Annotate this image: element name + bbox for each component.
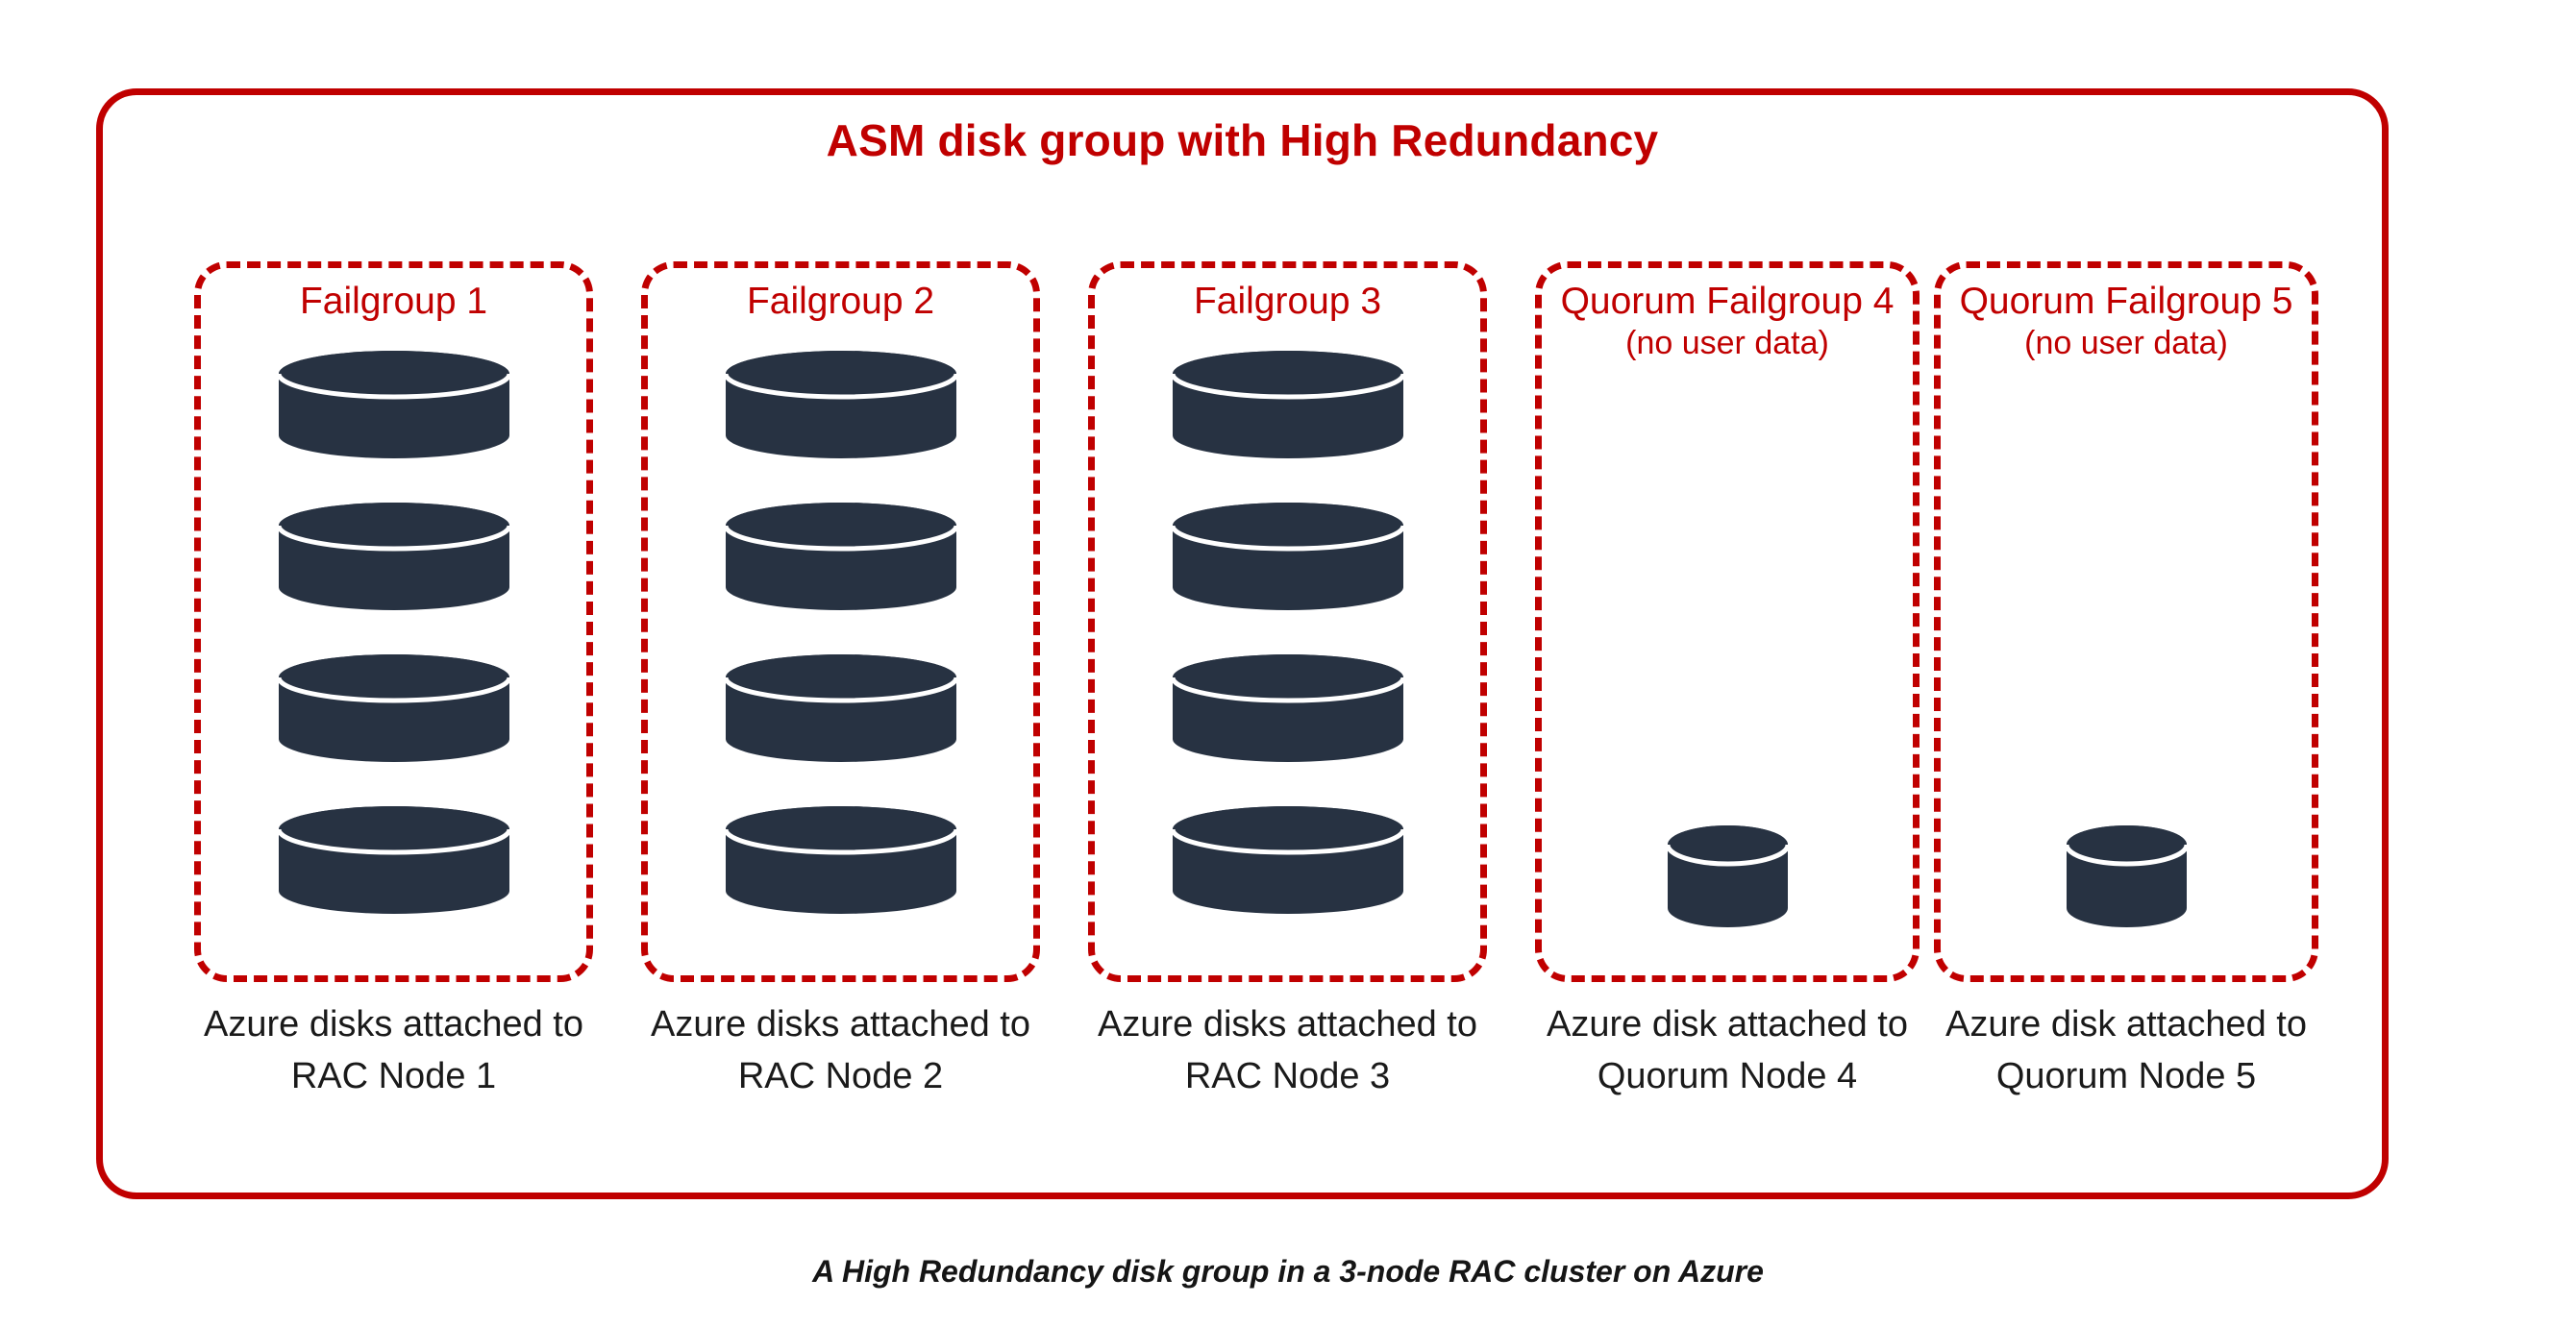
node-caption-rac-node-2: Azure disks attached to RAC Node 2 [651, 1004, 1030, 1096]
asm-disk-group-container: ASM disk group with High Redundancy Fail… [96, 88, 2389, 1199]
database-cylinder-icon [725, 806, 956, 914]
node-caption-quorum-node-4: Azure disk attached to Quorum Node 4 [1547, 1004, 1908, 1096]
node-caption-quorum-node-5: Azure disk attached to Quorum Node 5 [1945, 1004, 2307, 1096]
node-caption-rac-node-3: Azure disks attached to RAC Node 3 [1098, 1004, 1477, 1096]
failgroup-1-disk-stack [201, 351, 586, 914]
failgroup-3-label: Failgroup 3 [1099, 280, 1476, 324]
database-cylinder-icon [1172, 351, 1403, 458]
failgroup-3-label-text: Failgroup 3 [1193, 281, 1382, 322]
figure-caption: A High Redundancy disk group in a 3-node… [812, 1254, 1764, 1289]
database-cylinder-icon [725, 351, 956, 458]
quorum-failgroup-4[interactable]: Quorum Failgroup 4 (no user data) [1535, 261, 1920, 982]
diagram-canvas: ASM disk group with High Redundancy Fail… [0, 0, 2576, 1328]
failgroup-2-label: Failgroup 2 [652, 280, 1029, 324]
failgroup-3[interactable]: Failgroup 3 [1088, 261, 1487, 982]
database-cylinder-icon [725, 503, 956, 610]
node-caption-rac-node-1: Azure disks attached to RAC Node 1 [204, 1004, 583, 1096]
database-cylinder-icon [278, 806, 509, 914]
quorum-failgroup-4-disk-stack [1542, 268, 1913, 975]
database-cylinder-icon [1172, 654, 1403, 762]
database-cylinder-icon [1172, 806, 1403, 914]
failgroup-2-label-text: Failgroup 2 [746, 281, 935, 322]
failgroup-1-label-text: Failgroup 1 [299, 281, 488, 322]
node-caption-row: Azure disks attached to RAC Node 1 Azure… [103, 999, 2382, 1182]
failgroup-row: Failgroup 1 Failgroup 2 Failgroup 3 Quor… [103, 261, 2382, 982]
failgroup-1-label: Failgroup 1 [205, 280, 582, 324]
failgroup-3-disk-stack [1095, 351, 1480, 914]
database-cylinder-icon [278, 503, 509, 610]
database-cylinder-icon [1172, 503, 1403, 610]
failgroup-2-disk-stack [648, 351, 1033, 914]
diagram-title: ASM disk group with High Redundancy [826, 115, 1659, 165]
database-cylinder-icon [2066, 825, 2187, 927]
database-cylinder-icon [725, 654, 956, 762]
failgroup-2[interactable]: Failgroup 2 [641, 261, 1040, 982]
quorum-failgroup-5[interactable]: Quorum Failgroup 5 (no user data) [1934, 261, 2318, 982]
database-cylinder-icon [1667, 825, 1788, 927]
failgroup-1[interactable]: Failgroup 1 [194, 261, 593, 982]
database-cylinder-icon [278, 351, 509, 458]
database-cylinder-icon [278, 654, 509, 762]
quorum-failgroup-5-disk-stack [1941, 268, 2312, 975]
